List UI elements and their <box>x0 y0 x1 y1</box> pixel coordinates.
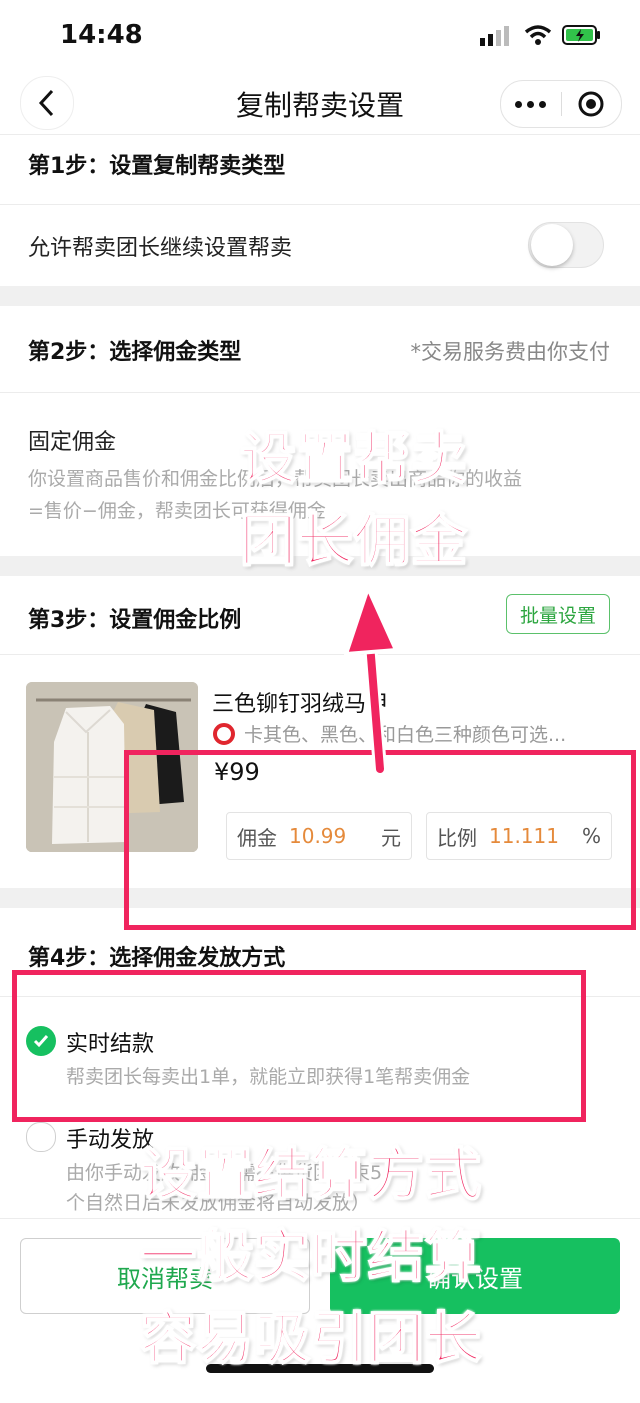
fixed-commission-option[interactable]: 固定佣金 <box>28 424 116 456</box>
close-miniprogram-button[interactable] <box>562 89 622 119</box>
overlay-text-2b: 一般实时结算 <box>139 1224 482 1291</box>
manual-payout-radio[interactable] <box>26 1122 56 1152</box>
step1-title: 第1步：设置复制帮卖类型 <box>28 154 286 179</box>
step2-title: 第2步：选择佣金类型 <box>28 340 242 365</box>
signal-icon <box>480 26 509 46</box>
highlight-box-payout <box>12 970 586 1122</box>
overlay-text-1b: 团长佣金 <box>239 508 468 575</box>
wifi-icon <box>524 25 552 45</box>
product-tag-icon <box>213 722 235 745</box>
overlay-text-2c: 容易吸引团长 <box>139 1306 482 1373</box>
battery-icon <box>562 25 600 45</box>
fee-note: *交易服务费由你支付 <box>410 340 611 364</box>
allow-resell-label: 允许帮卖团长继续设置帮卖 <box>28 236 293 261</box>
overlay-text-2a: 设置结算方式 <box>139 1142 482 1209</box>
status-icons <box>480 24 602 46</box>
miniprogram-capsule <box>500 80 622 128</box>
step3-title: 第3步：设置佣金比例 <box>28 608 242 633</box>
arrow-up-icon <box>344 586 398 774</box>
overlay-text-1a: 设置帮卖 <box>239 426 468 493</box>
allow-resell-toggle[interactable] <box>528 222 604 268</box>
target-icon <box>578 91 604 117</box>
step4-title: 第4步：选择佣金发放方式 <box>28 946 286 971</box>
more-button[interactable] <box>501 100 561 108</box>
more-icon <box>515 100 523 108</box>
batch-set-button[interactable]: 批量设置 <box>506 594 610 634</box>
highlight-box-commission <box>124 750 636 930</box>
status-time: 14:48 <box>60 20 143 50</box>
